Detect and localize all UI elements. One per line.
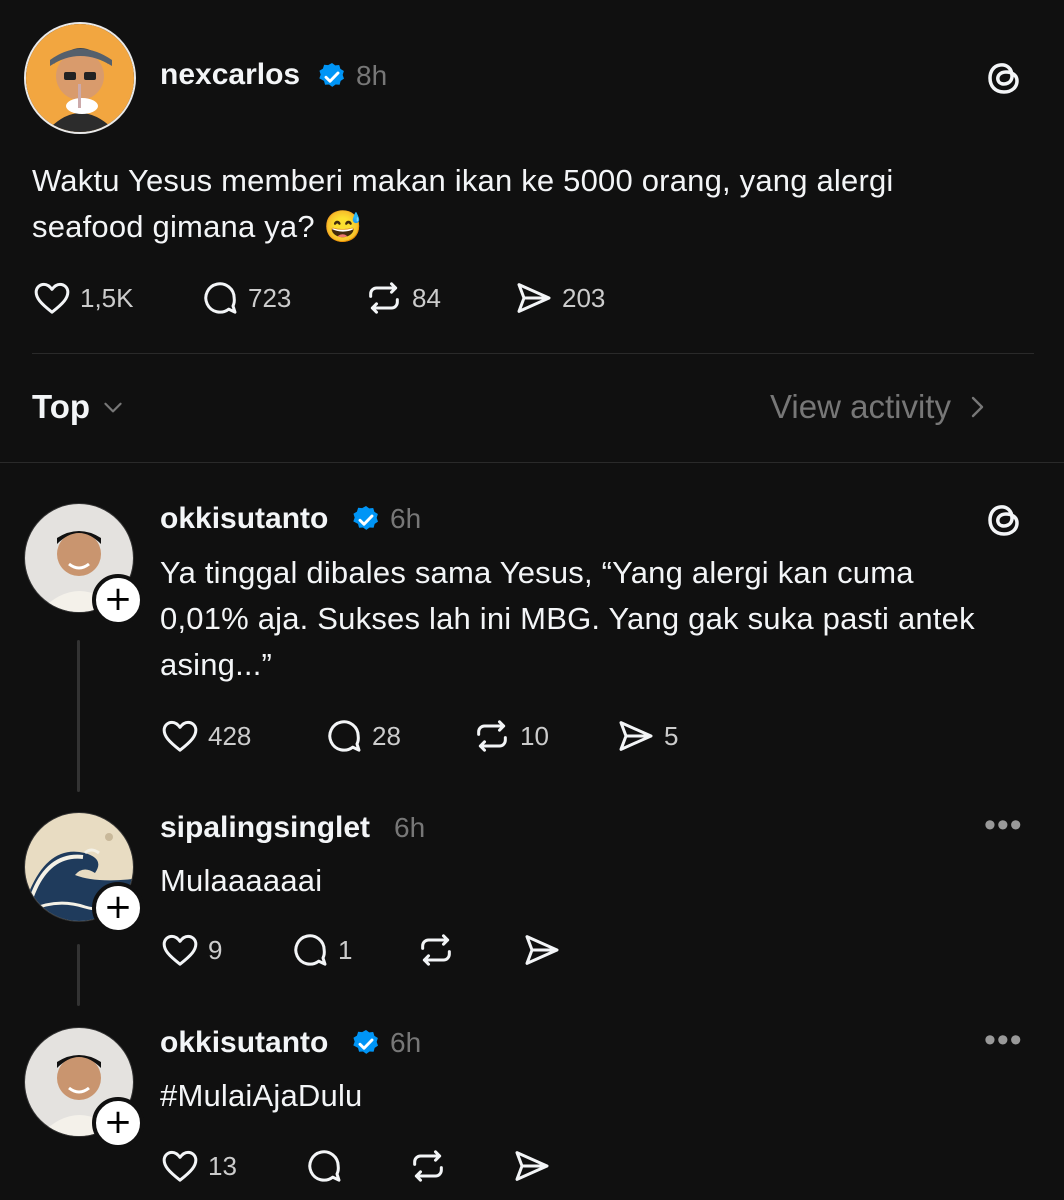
follow-button[interactable]: + (92, 574, 144, 626)
like-button[interactable]: 9 (160, 930, 222, 970)
comment-icon (308, 1150, 341, 1182)
send-icon (517, 283, 551, 313)
repost-count: 84 (412, 282, 441, 313)
share-button[interactable] (512, 1146, 552, 1186)
comment-icon (328, 720, 361, 752)
share-button[interactable]: 5 (616, 716, 678, 756)
repost-icon (369, 282, 399, 314)
comment-text: #MulaiAjaDulu (160, 1073, 362, 1119)
post-username[interactable]: nexcarlos (160, 58, 300, 92)
follow-button[interactable]: + (92, 1097, 144, 1149)
comment-text: Ya tinggal dibales sama Yesus, “Yang ale… (160, 550, 975, 688)
comment-username[interactable]: okkisutanto (160, 1026, 328, 1060)
send-icon (619, 721, 653, 751)
comment-icon (204, 282, 237, 314)
post-text: Waktu Yesus memberi makan ikan ke 5000 o… (32, 158, 894, 250)
post-text-line2: seafood gimana ya? 😅 (32, 204, 894, 250)
comment-time: 6h (390, 1027, 422, 1058)
repost-icon (413, 1150, 443, 1182)
share-button[interactable] (522, 930, 562, 970)
repost-button[interactable]: 10 (472, 716, 549, 756)
post-text-line2-text: seafood gimana ya? (32, 209, 315, 244)
repost-button[interactable] (408, 1146, 448, 1186)
comment-time: 6h (390, 503, 422, 534)
reply-button[interactable]: 1 (290, 930, 352, 970)
comment-text-line: #MulaiAjaDulu (160, 1078, 363, 1113)
like-count: 428 (208, 720, 252, 751)
heart-icon (162, 720, 198, 752)
avatar-nexcarlos[interactable] (24, 22, 136, 134)
reply-count: 1 (338, 934, 353, 965)
threads-logo-icon[interactable] (984, 58, 1024, 98)
chevron-right-icon (971, 396, 984, 418)
heart-icon (162, 1150, 198, 1182)
verified-icon (353, 1030, 378, 1054)
send-icon (515, 1151, 549, 1181)
like-count: 1,5K (80, 282, 134, 313)
share-count: 203 (562, 282, 606, 313)
like-count: 9 (208, 934, 223, 965)
reply-button[interactable]: 723 (200, 278, 291, 318)
sort-label: Top (32, 388, 91, 425)
verified-icon (319, 63, 344, 87)
grinning-sweat-emoji: 😅 (323, 209, 363, 244)
comment-text-line: 0,01% aja. Sukses lah ini MBG. Yang gak … (160, 601, 975, 636)
send-icon (525, 935, 559, 965)
reply-button[interactable]: 28 (324, 716, 401, 756)
comment-text-line: asing...” (160, 647, 273, 682)
thread-line (77, 640, 80, 792)
comment-text: Mulaaaaaai (160, 858, 322, 904)
more-options-icon[interactable]: ••• (984, 1021, 1023, 1060)
repost-icon (421, 934, 451, 966)
reply-count: 28 (372, 720, 401, 751)
comment-text-line: Mulaaaaaai (160, 863, 323, 898)
reply-count: 723 (248, 282, 292, 313)
threads-logo-icon[interactable] (984, 500, 1024, 540)
repost-button[interactable] (416, 930, 456, 970)
like-button[interactable]: 1,5K (32, 278, 134, 318)
divider (0, 462, 1064, 463)
sort-dropdown[interactable]: Top (32, 388, 126, 426)
comment-username[interactable]: okkisutanto (160, 502, 328, 536)
comment-username[interactable]: sipalingsinglet (160, 811, 370, 845)
post-text-line1: Waktu Yesus memberi makan ikan ke 5000 o… (32, 163, 894, 198)
reply-button[interactable] (304, 1146, 344, 1186)
like-count: 13 (208, 1150, 237, 1181)
divider (32, 353, 1034, 354)
repost-button[interactable]: 84 (364, 278, 441, 318)
view-activity-label: View activity (770, 388, 951, 425)
comment-icon (294, 934, 327, 966)
like-button[interactable]: 428 (160, 716, 251, 756)
like-button[interactable]: 13 (160, 1146, 237, 1186)
repost-count: 10 (520, 720, 549, 751)
chevron-down-icon (104, 402, 122, 413)
share-count: 5 (664, 720, 679, 751)
share-button[interactable]: 203 (514, 278, 605, 318)
follow-button[interactable]: + (92, 882, 144, 934)
repost-icon (477, 720, 507, 752)
view-activity-link[interactable]: View activity (770, 388, 989, 426)
heart-icon (162, 934, 198, 966)
heart-icon (34, 282, 70, 314)
more-options-icon[interactable]: ••• (984, 806, 1023, 845)
comment-text-line: Ya tinggal dibales sama Yesus, “Yang ale… (160, 555, 914, 590)
thread-line (77, 944, 80, 1006)
verified-icon (353, 506, 378, 530)
comment-time: 6h (394, 812, 426, 843)
post-time: 8h (356, 60, 388, 91)
